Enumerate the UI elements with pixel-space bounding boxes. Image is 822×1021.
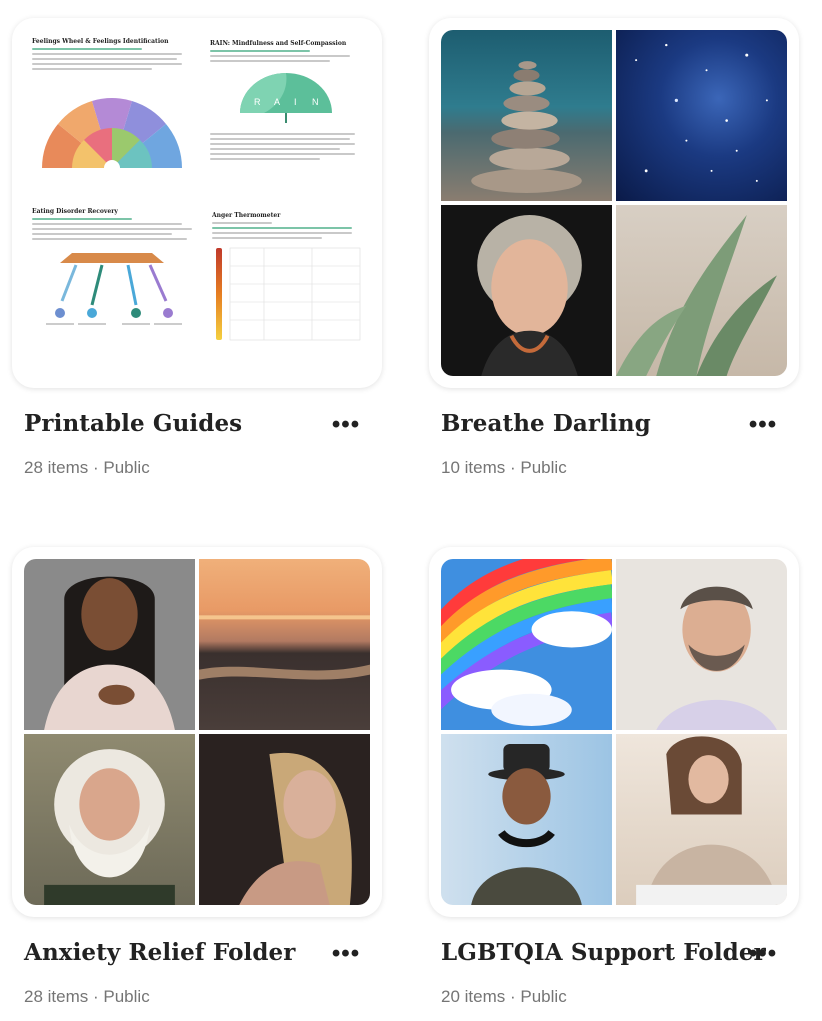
doc-section-title: Eating Disorder Recovery [32,208,118,215]
starry-sky-image [616,30,787,201]
feelings-wheel-graphic [42,98,182,176]
collection-title[interactable]: LGBTQIA Support Folder [441,939,766,966]
more-options-button[interactable]: ••• [330,413,362,442]
document-preview: Feelings Wheel & Feelings Identification [24,30,370,376]
elderly-man-image [24,734,195,905]
meta-separator: · [92,987,99,1006]
collection-title[interactable]: Anxiety Relief Folder [24,939,296,966]
collection-title[interactable]: Printable Guides [24,410,242,437]
anger-thermometer-graphic [216,247,361,341]
table-legs-graphic [46,253,182,325]
item-count: 28 items [24,458,89,477]
stacked-stones-image [441,30,612,201]
rain-letter: R [254,97,261,107]
doc-section-title: Feelings Wheel & Feelings Identification [32,38,169,45]
visibility-label: Public [103,987,150,1006]
doc-section-title: RAIN: Mindfulness and Self-Compassion [210,40,347,47]
more-options-button[interactable]: ••• [747,942,779,971]
rain-letter: N [312,97,319,107]
collection-meta: 20 items · Public [441,987,567,1007]
visibility-label: Public [520,458,567,477]
collection-thumbnail[interactable]: Feelings Wheel & Feelings Identification [12,18,382,388]
visibility-label: Public [103,458,150,477]
blonde-woman-image [199,734,370,905]
collection-thumbnail[interactable] [429,18,799,388]
smiling-woman-image [441,205,612,376]
collection-thumbnail[interactable] [429,547,799,917]
more-options-button[interactable]: ••• [330,942,362,971]
woman-in-sweater-image [616,734,787,905]
collection-title[interactable]: Breathe Darling [441,410,651,437]
collection-meta: 28 items · Public [24,987,150,1007]
man-with-headphones-image [441,734,612,905]
item-count: 10 items [441,458,506,477]
visibility-label: Public [520,987,567,1006]
meta-separator: · [509,458,516,477]
aloe-plant-image [616,205,787,376]
collection-meta: 10 items · Public [441,458,567,478]
item-count: 20 items [441,987,506,1006]
doc-section-title: Anger Thermometer [212,212,281,219]
meta-separator: · [509,987,516,1006]
more-options-button[interactable]: ••• [747,413,779,442]
meta-separator: · [92,458,99,477]
collection-thumbnail[interactable] [12,547,382,917]
rain-umbrella-graphic: R A I N [240,73,332,123]
rain-letter: A [274,97,280,107]
collection-meta: 28 items · Public [24,458,150,478]
rain-letter: I [294,97,297,107]
meditating-woman-image [24,559,195,730]
sunset-beach-image [199,559,370,730]
rainbow-sky-image [441,559,612,730]
item-count: 28 items [24,987,89,1006]
bearded-man-image [616,559,787,730]
